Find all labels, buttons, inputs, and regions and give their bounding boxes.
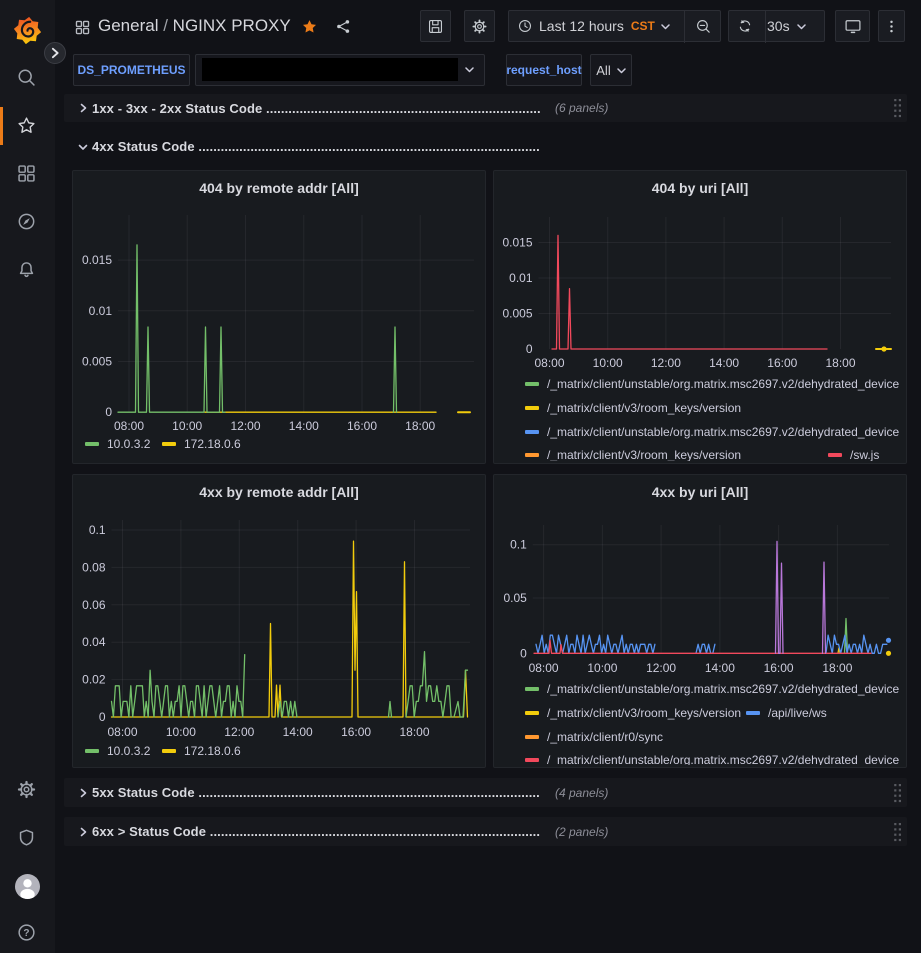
svg-text:18:00: 18:00 <box>399 725 429 739</box>
svg-text:0.015: 0.015 <box>502 236 532 250</box>
svg-text:10:00: 10:00 <box>593 356 623 370</box>
svg-text:0: 0 <box>105 405 112 419</box>
svg-text:16:00: 16:00 <box>764 661 794 675</box>
svg-text:0.06: 0.06 <box>82 598 106 612</box>
svg-text:0.04: 0.04 <box>82 635 106 649</box>
svg-text:12:00: 12:00 <box>651 356 681 370</box>
svg-text:12:00: 12:00 <box>224 725 254 739</box>
svg-text:14:00: 14:00 <box>289 419 319 433</box>
svg-text:10:00: 10:00 <box>587 661 617 675</box>
svg-text:0.02: 0.02 <box>82 673 106 687</box>
svg-text:0.1: 0.1 <box>510 538 527 552</box>
svg-text:08:00: 08:00 <box>107 725 137 739</box>
svg-text:0.005: 0.005 <box>502 307 532 321</box>
svg-text:0.08: 0.08 <box>82 560 106 574</box>
svg-text:14:00: 14:00 <box>709 356 739 370</box>
svg-text:0.005: 0.005 <box>82 355 112 369</box>
svg-text:0.01: 0.01 <box>509 271 533 285</box>
svg-text:12:00: 12:00 <box>646 661 676 675</box>
svg-text:08:00: 08:00 <box>114 419 144 433</box>
svg-text:18:00: 18:00 <box>822 661 852 675</box>
svg-text:08:00: 08:00 <box>529 661 559 675</box>
svg-text:0.05: 0.05 <box>503 591 527 605</box>
svg-text:0: 0 <box>526 342 533 356</box>
svg-text:0.1: 0.1 <box>89 523 106 537</box>
svg-text:0: 0 <box>99 710 106 724</box>
svg-text:0.01: 0.01 <box>89 304 113 318</box>
svg-text:10:00: 10:00 <box>166 725 196 739</box>
svg-text:16:00: 16:00 <box>341 725 371 739</box>
svg-text:14:00: 14:00 <box>705 661 735 675</box>
svg-text:08:00: 08:00 <box>534 356 564 370</box>
svg-text:18:00: 18:00 <box>825 356 855 370</box>
svg-text:10:00: 10:00 <box>172 419 202 433</box>
svg-text:16:00: 16:00 <box>767 356 797 370</box>
svg-text:0: 0 <box>520 646 527 660</box>
svg-text:0.015: 0.015 <box>82 253 112 267</box>
svg-text:14:00: 14:00 <box>283 725 313 739</box>
svg-text:12:00: 12:00 <box>230 419 260 433</box>
svg-text:16:00: 16:00 <box>347 419 377 433</box>
svg-text:18:00: 18:00 <box>405 419 435 433</box>
